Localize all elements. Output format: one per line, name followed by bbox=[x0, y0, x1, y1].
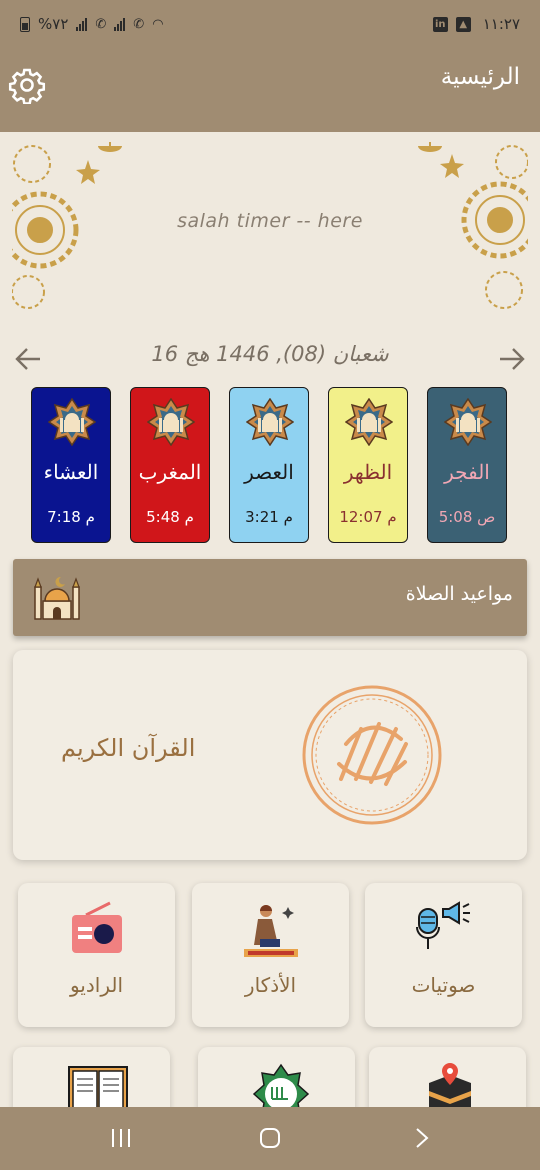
signal-icon bbox=[76, 17, 88, 31]
gear-icon[interactable] bbox=[8, 66, 46, 104]
prayer-time: 3:21 م bbox=[245, 508, 293, 526]
quran-label: القرآن الكريم bbox=[61, 734, 196, 762]
audio-tile[interactable]: صوتيات bbox=[365, 883, 522, 1027]
prayer-time: 7:18 م bbox=[47, 508, 95, 526]
quran-calligraphy-icon bbox=[302, 685, 442, 825]
prayer-name: الظهر bbox=[343, 460, 393, 484]
prayer-name: العشاء bbox=[43, 460, 99, 484]
home-icon[interactable] bbox=[259, 1127, 281, 1149]
mosque-icon bbox=[48, 398, 96, 446]
prayer-card-isha[interactable]: العشاء 7:18 م bbox=[31, 387, 111, 543]
gallery-icon: ▲ bbox=[455, 16, 471, 32]
prayer-card-maghrib[interactable]: المغرب 5:48 م bbox=[130, 387, 210, 543]
mosque-icon bbox=[34, 576, 80, 620]
prayer-card-dhuhr[interactable]: الظهر 12:07 م bbox=[328, 387, 408, 543]
radio-tile[interactable]: الراديو bbox=[18, 883, 175, 1027]
tile-label: صوتيات bbox=[411, 973, 476, 997]
microphone-speaker-icon bbox=[416, 901, 470, 949]
signal-icon-2 bbox=[114, 17, 126, 31]
mosque-icon bbox=[345, 398, 393, 446]
status-bar-left: %٧٢ ✆ ✆ ◠ bbox=[20, 15, 164, 33]
quran-card[interactable]: القرآن الكريم bbox=[13, 650, 527, 860]
radio-icon bbox=[72, 901, 122, 953]
mosque-icon bbox=[246, 398, 294, 446]
wifi-calling-icon-2: ✆ bbox=[133, 16, 145, 32]
page-title: الرئيسية bbox=[440, 64, 520, 90]
wifi-icon: ◠ bbox=[152, 16, 164, 32]
tile-label: الراديو bbox=[69, 973, 124, 997]
praying-man-icon bbox=[244, 905, 298, 957]
status-bar-right: in ▲ ١١:٢٧ bbox=[432, 15, 520, 33]
status-bar: %٧٢ ✆ ✆ ◠ in ▲ ١١:٢٧ bbox=[0, 0, 540, 50]
prayer-name: العصر bbox=[244, 460, 294, 484]
battery-icon bbox=[20, 16, 30, 32]
arrow-right-icon[interactable] bbox=[498, 346, 526, 372]
salah-timer-text: salah timer -- here bbox=[177, 210, 363, 232]
prayer-times-button[interactable]: مواعيد الصلاة bbox=[13, 559, 527, 636]
date-bar: 16 شعبان (08), 1446 هج bbox=[0, 336, 540, 380]
prayer-card-fajr[interactable]: الفجر 5:08 ص bbox=[427, 387, 507, 543]
hijri-date: 16 شعبان (08), 1446 هج bbox=[151, 342, 389, 366]
system-navigation-bar bbox=[0, 1107, 540, 1170]
recent-apps-icon[interactable] bbox=[110, 1127, 132, 1149]
prayer-times-label: مواعيد الصلاة bbox=[405, 583, 513, 605]
prayer-time: 5:08 ص bbox=[438, 508, 496, 526]
mosque-icon bbox=[147, 398, 195, 446]
azkar-tile[interactable]: الأذكار bbox=[192, 883, 349, 1027]
mosque-icon bbox=[444, 398, 492, 446]
tile-label: الأذكار bbox=[244, 973, 297, 997]
prayer-time: 5:48 م bbox=[146, 508, 194, 526]
prayer-card-asr[interactable]: العصر 3:21 م bbox=[229, 387, 309, 543]
salah-timer-banner: salah timer -- here bbox=[12, 142, 528, 310]
linkedin-icon: in bbox=[432, 16, 448, 32]
app-bar: الرئيسية bbox=[0, 50, 540, 132]
status-time: ١١:٢٧ bbox=[482, 15, 520, 33]
prayer-name: المغرب bbox=[138, 460, 202, 484]
back-icon[interactable] bbox=[412, 1127, 432, 1149]
prayer-time: 12:07 م bbox=[339, 508, 397, 526]
wifi-calling-icon: ✆ bbox=[95, 16, 107, 32]
battery-percent: %٧٢ bbox=[38, 15, 69, 33]
prayer-name: الفجر bbox=[444, 460, 490, 484]
